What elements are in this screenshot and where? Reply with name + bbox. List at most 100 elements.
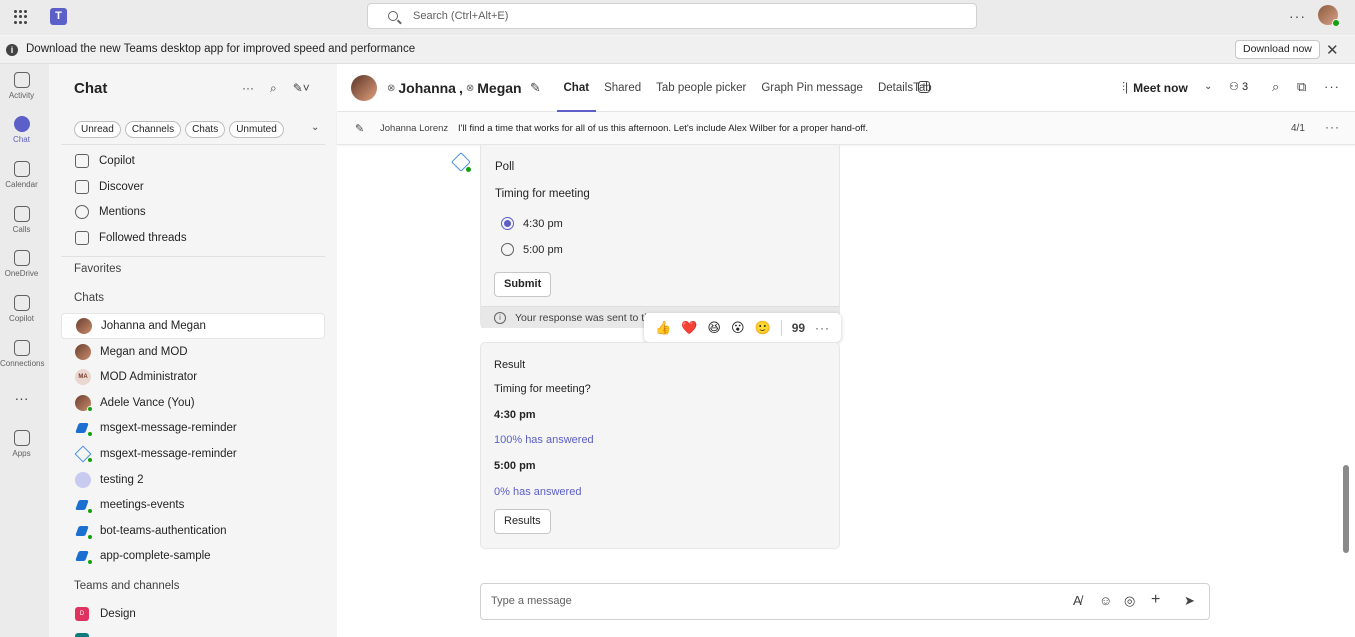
quote-icon[interactable]: 99	[792, 321, 805, 335]
submit-button[interactable]: Submit	[494, 272, 552, 297]
option-label: 4:30 pm	[523, 218, 563, 230]
add-reaction-icon[interactable]: 🙂	[755, 320, 771, 336]
popout-icon[interactable]: ⧉	[1297, 79, 1306, 95]
chats-header[interactable]: Chats	[74, 292, 104, 304]
result-option: 5:00 pm	[494, 460, 536, 472]
teams-channels-header[interactable]: Teams and channels	[74, 580, 179, 592]
rail-more[interactable]: ···	[0, 390, 43, 406]
radio-option-1[interactable]	[501, 217, 514, 230]
pinned-message: I'll find a time that works for all of u…	[458, 123, 869, 134]
avatar	[75, 395, 93, 412]
search-icon[interactable]: ⌕	[270, 81, 277, 96]
result-percent: 100% has answered	[494, 434, 594, 446]
reaction-bar: 👍 ❤️ 😆 😮 🙂 99 ···	[644, 313, 841, 342]
team-icon	[75, 633, 89, 637]
settings-more-button[interactable]: ···	[1289, 8, 1306, 24]
option-label: 5:00 pm	[523, 244, 563, 256]
message-compose-box[interactable]: Type a message A̸ ☺ ◎ + ➤	[480, 583, 1210, 620]
new-chat-icon[interactable]: ✎˅	[293, 81, 310, 96]
rail-onedrive[interactable]: OneDrive	[0, 250, 43, 278]
team-item-next[interactable]	[61, 627, 325, 637]
search-icon[interactable]: ⌕	[1272, 79, 1279, 95]
remove-icon[interactable]: ⊗	[387, 83, 395, 94]
send-icon[interactable]: ➤	[1184, 593, 1195, 609]
tab-graph-pin[interactable]: Graph Pin message	[754, 64, 871, 112]
profile-avatar[interactable]	[1318, 5, 1340, 27]
rail-copilot[interactable]: Copilot	[0, 295, 43, 323]
participants-button[interactable]: ⚇ 3	[1229, 80, 1248, 93]
filter-chats[interactable]: Chats	[185, 121, 226, 138]
rail-calls[interactable]: Calls	[0, 206, 43, 234]
add-tab-icon[interactable]: +	[918, 81, 930, 93]
info-icon: i	[494, 312, 506, 324]
chat-item-msgext-2[interactable]: msgext-message-reminder	[61, 441, 325, 467]
tab-chat[interactable]: Chat	[556, 64, 597, 112]
meeting-icon	[75, 472, 91, 488]
rail-apps[interactable]: Apps	[0, 430, 43, 458]
app-launcher-icon[interactable]	[14, 10, 28, 24]
more-options-icon[interactable]: ···	[1324, 79, 1340, 94]
chat-item-meetings-events[interactable]: meetings-events	[61, 492, 325, 518]
close-banner-icon[interactable]: ✕	[1326, 41, 1339, 59]
rail-activity[interactable]: Activity	[0, 72, 43, 100]
banner-text: Download the new Teams desktop app for i…	[26, 43, 416, 55]
format-icon[interactable]: A̸	[1073, 593, 1082, 608]
rail-connections[interactable]: Connections	[0, 340, 44, 368]
add-icon[interactable]: +	[1151, 591, 1160, 609]
filter-unmuted[interactable]: Unmuted	[229, 121, 284, 138]
list-item-discover[interactable]: Discover	[61, 174, 325, 200]
chat-item-app-complete[interactable]: app-complete-sample	[61, 543, 325, 569]
result-card: Result Timing for meeting? 4:30 pm 100% …	[480, 342, 840, 549]
more-options-icon[interactable]: ···	[1325, 120, 1340, 134]
sparkle-icon	[75, 180, 89, 194]
participant-name[interactable]: Johanna	[398, 80, 456, 96]
heart-reaction[interactable]: ❤️	[681, 320, 697, 336]
download-now-button[interactable]: Download now	[1235, 40, 1320, 59]
pinned-message-bar[interactable]: ✎ Johanna Lorenz I'll find a time that w…	[337, 112, 1355, 145]
avatar	[76, 318, 92, 334]
chat-item-testing2[interactable]: testing 2	[61, 467, 325, 493]
participant-name[interactable]: Megan	[477, 80, 521, 96]
list-item-copilot[interactable]: Copilot	[61, 148, 325, 174]
emoji-icon[interactable]: ☺	[1099, 593, 1112, 608]
chat-tabs: Chat Shared Tab people picker Graph Pin …	[556, 64, 939, 112]
results-button[interactable]: Results	[494, 509, 551, 534]
bot-avatar-icon[interactable]	[452, 153, 472, 173]
laugh-reaction[interactable]: 😆	[707, 320, 721, 336]
remove-icon[interactable]: ⊗	[466, 83, 474, 94]
chat-item-johanna-megan[interactable]: Johanna and Megan	[61, 313, 325, 339]
tab-shared[interactable]: Shared	[597, 64, 649, 112]
presence-available-icon	[87, 406, 93, 412]
list-item-followed-threads[interactable]: Followed threads	[61, 225, 325, 251]
edit-name-icon[interactable]: ✎	[530, 80, 541, 96]
team-item-design[interactable]: D Design	[61, 601, 325, 627]
chat-item-megan-mod[interactable]: Megan and MOD	[61, 339, 325, 365]
chevron-down-icon[interactable]: ⌄	[311, 122, 319, 133]
list-item-mentions[interactable]: Mentions	[61, 199, 325, 225]
rail-chat[interactable]: Chat	[0, 116, 43, 144]
search-input[interactable]: Search (Ctrl+Alt+E)	[367, 3, 977, 29]
chat-item-bot-auth[interactable]: bot-teams-authentication	[61, 518, 325, 544]
presence-available-icon	[87, 431, 93, 437]
like-reaction[interactable]: 👍	[655, 320, 671, 336]
chat-item-mod-admin[interactable]: MA MOD Administrator	[61, 364, 325, 390]
chat-item-msgext-1[interactable]: msgext-message-reminder	[61, 415, 325, 441]
presence-available-icon	[87, 534, 93, 540]
radio-option-2[interactable]	[501, 243, 514, 256]
chevron-down-icon[interactable]: ⌄	[1204, 81, 1212, 92]
filter-unread[interactable]: Unread	[74, 121, 121, 138]
surprised-reaction[interactable]: 😮	[731, 320, 745, 336]
loop-icon[interactable]: ◎	[1124, 593, 1135, 609]
team-icon: D	[75, 607, 89, 621]
favorites-header[interactable]: Favorites	[74, 263, 121, 275]
tab-people-picker[interactable]: Tab people picker	[649, 64, 754, 112]
meet-now-button[interactable]: ⫶| Meet now	[1122, 80, 1188, 95]
filter-channels[interactable]: Channels	[124, 121, 182, 138]
avatar	[351, 75, 377, 101]
more-options-icon[interactable]: ···	[242, 81, 254, 96]
divider	[61, 144, 325, 145]
scrollbar[interactable]	[1343, 465, 1349, 553]
rail-calendar[interactable]: Calendar	[0, 161, 43, 189]
chat-item-adele[interactable]: Adele Vance (You)	[61, 390, 325, 416]
more-options-icon[interactable]: ···	[815, 321, 830, 335]
